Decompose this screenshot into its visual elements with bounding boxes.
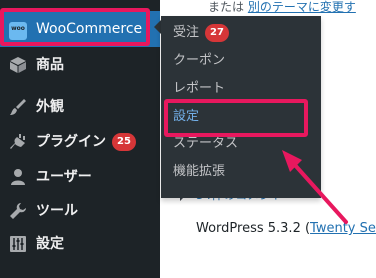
pointing-arrow [282, 150, 348, 224]
